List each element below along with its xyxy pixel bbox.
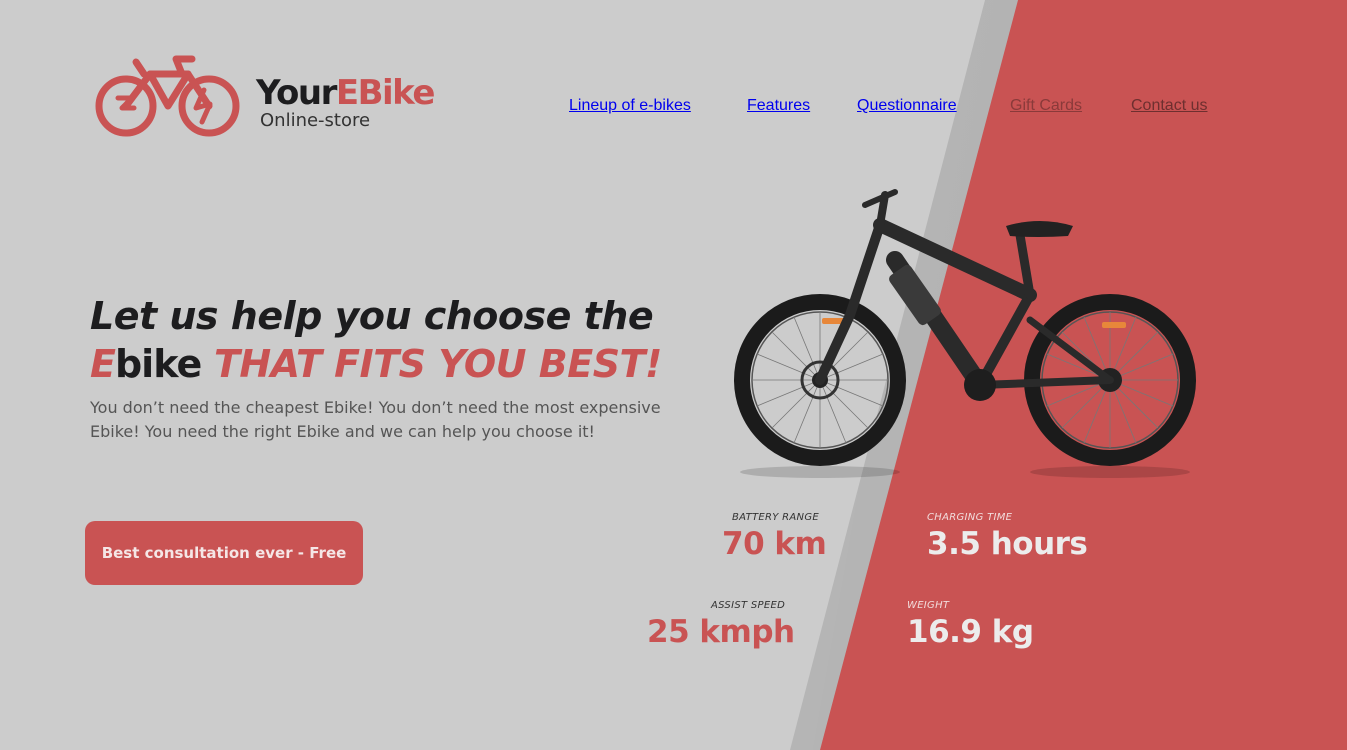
ebike-product-image — [734, 189, 1196, 478]
brand-name-part1: Your — [256, 73, 337, 113]
nav-item-features[interactable]: Features — [747, 97, 810, 115]
nav-item-questionnaire[interactable]: Questionnaire — [857, 97, 957, 115]
stat-battery-range-label: BATTERY RANGE — [732, 512, 819, 523]
stat-charging-time-value: 3.5 hours — [927, 526, 1088, 562]
stat-weight-value: 16.9 kg — [907, 614, 1034, 650]
electric-bike-icon — [95, 55, 240, 137]
consultation-button[interactable]: Best consultation ever - Free — [85, 521, 363, 585]
brand-subtitle: Online-store — [260, 110, 371, 131]
brand-name: YourEBike — [256, 73, 436, 113]
hero-heading-e: E — [90, 342, 116, 386]
nav-item-contact[interactable]: Contact us — [1131, 97, 1207, 115]
stat-assist-speed-value: 25 kmph — [647, 614, 795, 650]
stat-battery-range: BATTERY RANGE 70 km — [722, 512, 827, 562]
hero-heading-ebike: Ebike — [90, 342, 202, 386]
nav-item-gift-cards[interactable]: Gift Cards — [1010, 97, 1082, 115]
hero-heading-bike: bike — [114, 342, 202, 386]
stat-weight-label: WEIGHT — [907, 600, 950, 611]
stat-charging-time: CHARGING TIME 3.5 hours — [927, 512, 1088, 562]
stat-charging-time-label: CHARGING TIME — [927, 512, 1013, 523]
stat-battery-range-value: 70 km — [722, 526, 827, 562]
stat-weight: WEIGHT 16.9 kg — [907, 600, 1034, 650]
brand-name-part2: EBike — [335, 73, 436, 113]
hero-heading: Let us help you choose the Ebike THAT FI… — [90, 292, 710, 388]
hero-heading-line1: Let us help you choose the — [90, 294, 654, 338]
nav-item-lineup[interactable]: Lineup of e-bikes — [569, 97, 691, 115]
stat-assist-speed-label: ASSIST SPEED — [711, 600, 786, 611]
logo[interactable]: YourEBike Online-store — [92, 54, 452, 138]
hero-heading-highlight: THAT FITS YOU BEST! — [213, 342, 662, 386]
stat-assist-speed: ASSIST SPEED 25 kmph — [647, 600, 795, 650]
hero-description: You don’t need the cheapest Ebike! You d… — [90, 398, 661, 441]
